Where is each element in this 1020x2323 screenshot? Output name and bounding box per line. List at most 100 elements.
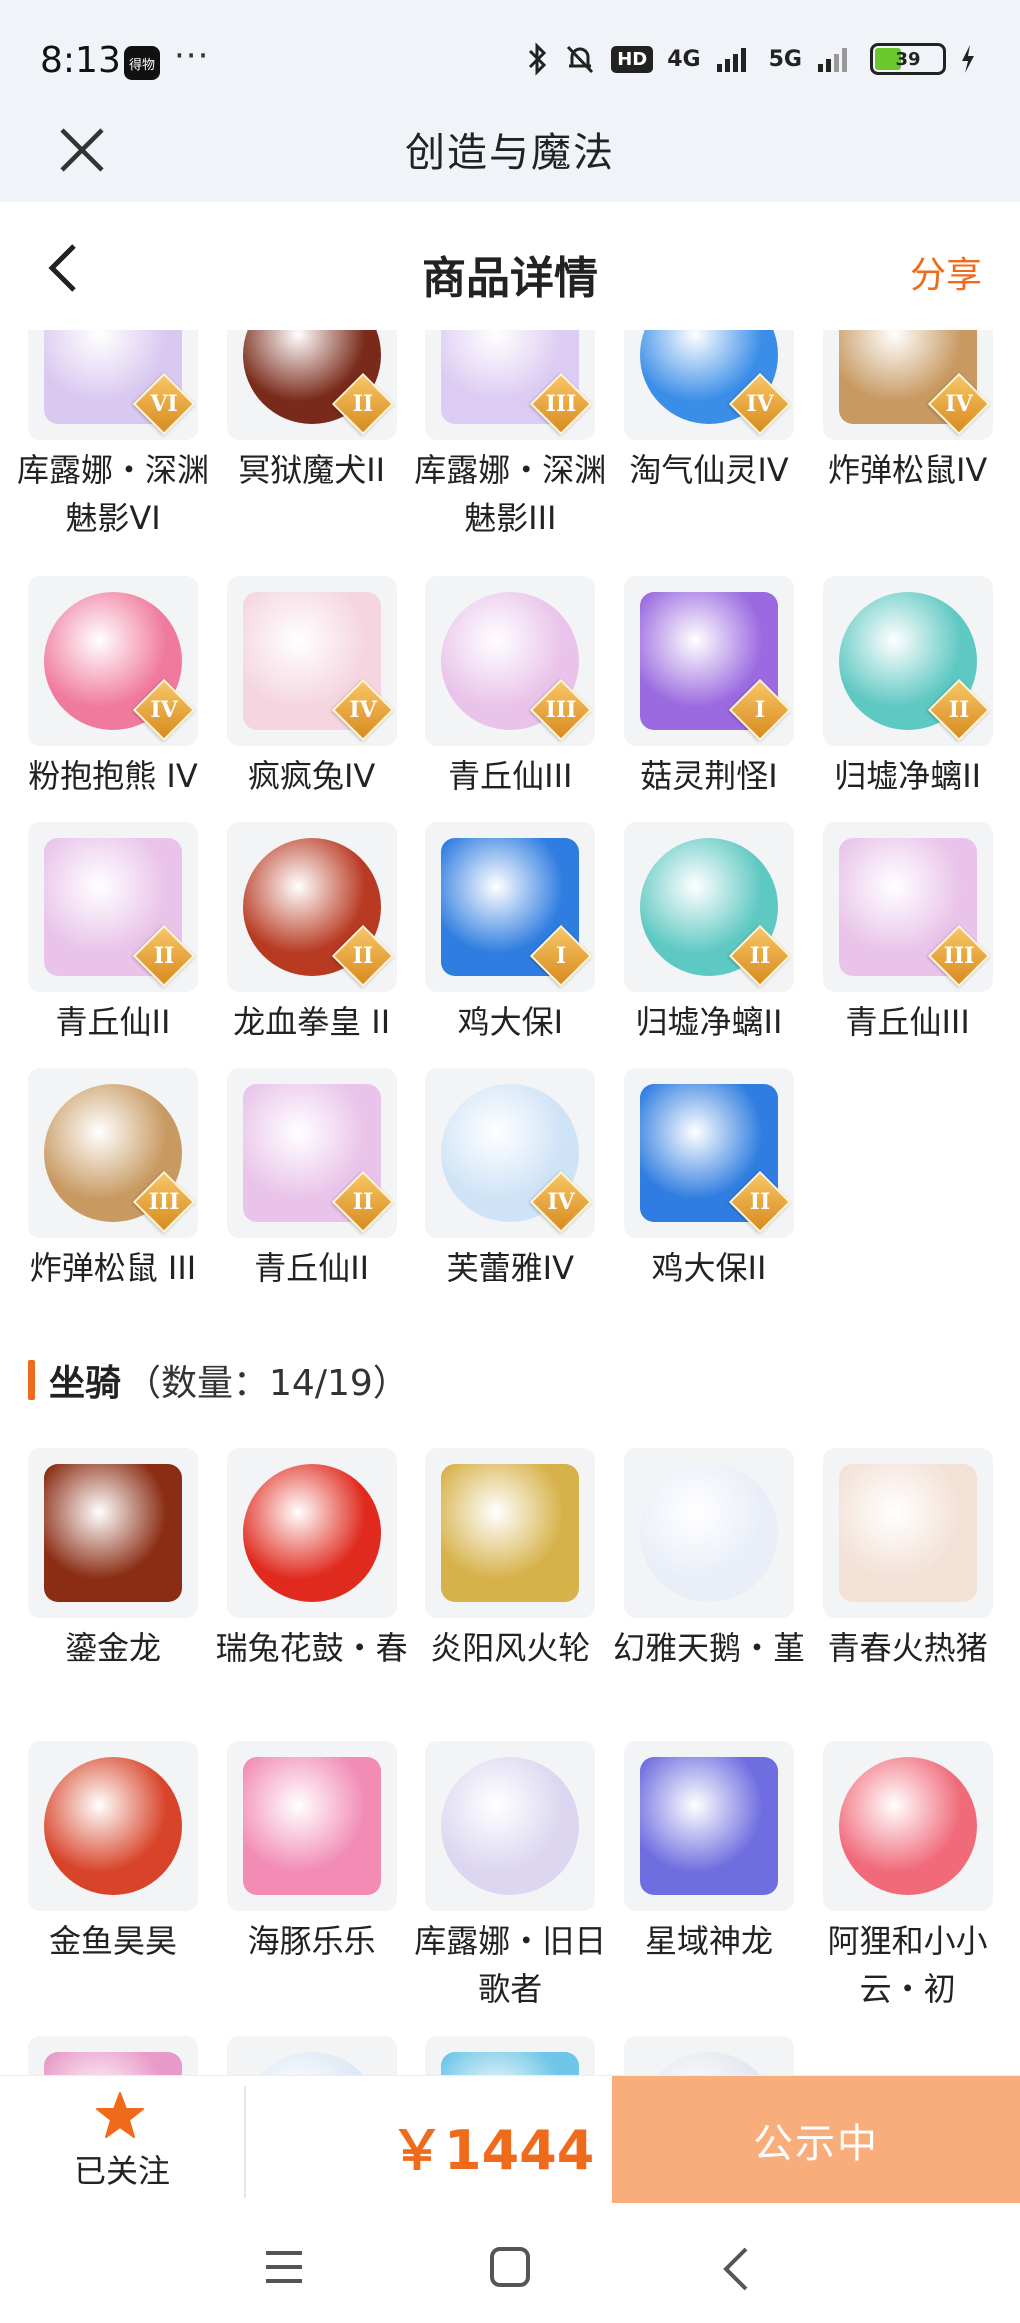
tier-label: I (754, 697, 766, 723)
item-name: 炸弹松鼠 III (29, 1249, 197, 1287)
item-thumbnail (425, 1448, 596, 1618)
item-artwork (639, 1464, 778, 1602)
system-nav-bar (0, 2203, 1020, 2323)
tier-label: I (556, 943, 567, 969)
item-name: 星域神龙 (644, 1922, 773, 1960)
item-thumbnail (226, 1741, 397, 1911)
item-artwork (639, 2052, 778, 2075)
mounts-section-title: 坐骑 （数量：14/19） (28, 1354, 409, 1406)
item-thumbnail (28, 1448, 198, 1618)
item-thumbnail (623, 1741, 794, 1911)
item-artwork (838, 1464, 977, 1602)
nav-back-icon[interactable] (718, 2245, 754, 2293)
price: ￥1444 (390, 2119, 595, 2182)
item-thumbnail: VI (28, 330, 198, 440)
item-thumbnail: I (425, 822, 596, 992)
item-name: 炸弹松鼠IV (827, 451, 988, 489)
section-count: （数量：14/19） (125, 1363, 409, 1404)
item-thumbnail: II (226, 822, 397, 992)
star-icon (96, 2092, 144, 2138)
section-accent-bar (28, 1360, 35, 1400)
public-notice-button[interactable]: 公示中 (612, 2076, 1020, 2204)
item-artwork (441, 1464, 580, 1602)
battery-icon: 39 (870, 43, 946, 75)
item-thumbnail: IV (226, 576, 397, 746)
page-header: 商品详情 分享 (0, 202, 1020, 330)
item-name: 青丘仙II (55, 1003, 171, 1041)
tier-label: II (749, 1189, 771, 1215)
tier-label: II (749, 943, 771, 969)
network-5g-label: 5G (768, 46, 802, 72)
item-name: 青丘仙III (845, 1003, 970, 1041)
network-4g-label: 4G (667, 46, 701, 72)
item-thumbnail: II (822, 576, 993, 746)
tier-label: IV (547, 1189, 575, 1215)
item-thumbnail: III (28, 1068, 198, 1238)
item-name: 瑞兔花鼓・春 (215, 1629, 408, 1667)
tier-label: IV (348, 697, 377, 723)
mute-bell-icon (567, 45, 594, 74)
item-name: 鎏金龙 (64, 1629, 161, 1667)
item-name: 冥狱魔犬II (238, 451, 386, 489)
item-name: 库露娜・深渊魅影III (414, 451, 607, 537)
item-thumbnail (226, 2036, 397, 2075)
item-name: 粉抱抱熊 IV (28, 757, 198, 795)
tier-label: II (352, 391, 373, 417)
section-name: 坐骑 (49, 1363, 122, 1404)
signal-icon-2 (818, 48, 847, 72)
item-thumbnail: IV (623, 330, 794, 440)
home-icon[interactable] (488, 2245, 532, 2289)
item-artwork (242, 1464, 381, 1602)
item-name: 淘气仙灵IV (629, 451, 789, 489)
tier-label: II (352, 1189, 373, 1215)
item-name: 归墟净螭II (635, 1003, 783, 1041)
item-name: 鸡大保II (651, 1249, 767, 1287)
item-artwork (441, 2052, 580, 2075)
app-header: 创造与魔法 (0, 100, 1020, 202)
item-name: 海豚乐乐 (247, 1922, 376, 1960)
bluetooth-icon (529, 42, 547, 76)
follow-label: 已关注 (73, 2152, 170, 2190)
item-name: 菇灵荆怪I (640, 757, 778, 795)
item-name: 幻雅天鹅・堇 (612, 1629, 805, 1667)
app-notification-icon: 得物 (124, 46, 160, 80)
tier-label: IV (150, 697, 178, 723)
tier-label: II (153, 943, 175, 969)
item-thumbnail (28, 2036, 198, 2075)
item-thumbnail (425, 2036, 596, 2075)
status-icons: HD 4G 5G 39 (527, 42, 976, 76)
item-artwork (441, 1757, 580, 1895)
item-thumbnail: IV (425, 1068, 596, 1238)
item-name: 炎阳风火轮 (430, 1629, 591, 1667)
item-artwork (838, 1757, 977, 1895)
item-thumbnail: II (623, 1068, 794, 1238)
item-name: 青丘仙III (448, 757, 573, 795)
item-thumbnail: IV (28, 576, 198, 746)
more-notifications-icon: ··· (174, 36, 210, 76)
item-thumbnail: I (623, 576, 794, 746)
item-thumbnail (822, 1448, 993, 1618)
charging-icon (962, 45, 974, 73)
content-area[interactable]: VI 库露娜・深渊魅影VI II 冥狱魔犬II III 库露娜・深渊魅影III IV 淘气仙灵… (0, 330, 1020, 2075)
item-name: 疯疯兔IV (247, 757, 376, 795)
menu-icon[interactable] (262, 2247, 306, 2287)
item-artwork (44, 1757, 182, 1895)
status-bar: 8:13 得物 ··· HD 4G 5G 39 (0, 0, 1020, 100)
item-name: 芙蕾雅IV (446, 1249, 574, 1287)
battery-percent: 39 (895, 48, 921, 70)
share-button[interactable]: 分享 (910, 246, 982, 298)
app-title: 创造与魔法 (405, 130, 615, 176)
follow-button[interactable]: 已关注 (0, 2076, 244, 2204)
item-name: 龙血拳皇 II (233, 1003, 391, 1041)
tier-label: IV (944, 391, 973, 417)
item-artwork (44, 2052, 182, 2075)
item-name: 金鱼昊昊 (48, 1922, 177, 1960)
item-thumbnail (226, 1448, 397, 1618)
item-thumbnail: IV (822, 330, 993, 440)
item-artwork (242, 1757, 381, 1895)
tier-label: III (545, 697, 577, 723)
item-artwork (639, 1757, 778, 1895)
item-thumbnail (822, 1741, 993, 1911)
item-thumbnail (425, 1741, 596, 1911)
item-artwork (242, 2052, 381, 2075)
